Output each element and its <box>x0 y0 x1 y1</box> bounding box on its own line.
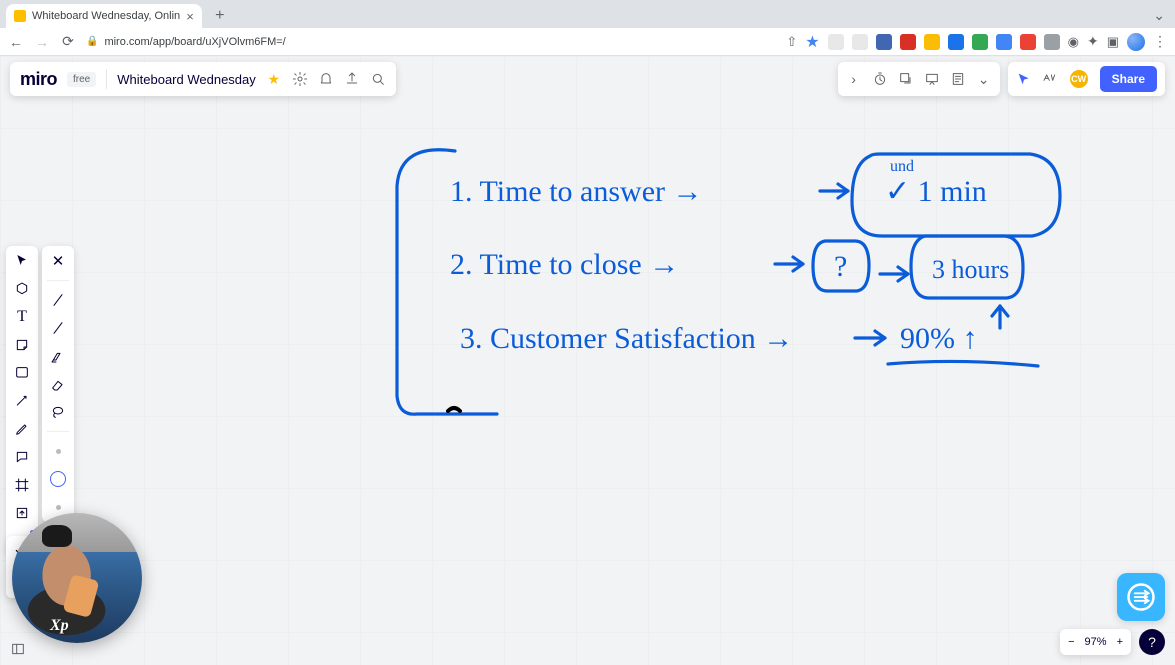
extension-icon[interactable] <box>924 34 940 50</box>
tab-strip: Whiteboard Wednesday, Onlin × + ⌄ <box>0 0 1175 28</box>
hw-line3: 3. Customer Satisfaction → <box>460 322 793 355</box>
browser-tab[interactable]: Whiteboard Wednesday, Onlin × <box>6 4 202 28</box>
canvas[interactable]: 1. Time to answer → und ✓ 1 min 2. Time … <box>0 56 1175 665</box>
browser-frame: Whiteboard Wednesday, Onlin × + ⌄ ← → ⟳ … <box>0 0 1175 56</box>
close-tab-icon[interactable]: × <box>186 9 194 24</box>
camera-icon[interactable]: ◉ <box>1068 34 1079 50</box>
bookmark-star-icon[interactable]: ★ <box>805 32 819 52</box>
hw-line1: 1. Time to answer → <box>450 175 703 208</box>
hw-line2-q: ? <box>834 250 847 283</box>
extension-icon[interactable] <box>852 34 868 50</box>
url-box[interactable]: 🔒 miro.com/app/board/uXjVOlvm6FM=/ <box>86 36 286 48</box>
reload-button[interactable]: ⟳ <box>60 33 76 50</box>
back-button[interactable]: ← <box>8 34 24 50</box>
miro-app: miro free Whiteboard Wednesday ★ › <box>0 56 1175 665</box>
extension-icon[interactable] <box>1020 34 1036 50</box>
hw-line1-badge: ✓ 1 min <box>885 175 987 208</box>
address-bar: ← → ⟳ 🔒 miro.com/app/board/uXjVOlvm6FM=/… <box>0 28 1175 56</box>
window-chevron-icon[interactable]: ⌄ <box>1153 7 1165 24</box>
extension-icon[interactable] <box>996 34 1012 50</box>
extension-icon[interactable] <box>900 34 916 50</box>
pen-stroke <box>448 408 460 411</box>
new-tab-button[interactable]: + <box>210 6 230 26</box>
hw-line3-value: 90% ↑ <box>900 322 978 355</box>
tab-title: Whiteboard Wednesday, Onlin <box>32 10 180 22</box>
hw-line1-badge-top: und <box>890 158 914 175</box>
extension-icon[interactable] <box>948 34 964 50</box>
url-text: miro.com/app/board/uXjVOlvm6FM=/ <box>104 36 285 48</box>
handwriting-text: 1. Time to answer → und ✓ 1 min 2. Time … <box>450 158 1009 355</box>
extension-icon[interactable] <box>972 34 988 50</box>
extension-icon[interactable] <box>876 34 892 50</box>
extension-icon[interactable] <box>1044 34 1060 50</box>
extensions-puzzle-icon[interactable]: ✦ <box>1087 33 1099 50</box>
share-page-icon[interactable]: ⇧ <box>786 34 797 50</box>
hw-line2-box2: 3 hours <box>932 255 1009 284</box>
chrome-menu-icon[interactable]: ⋮ <box>1153 33 1167 50</box>
sidepanel-icon[interactable]: ▣ <box>1107 34 1119 50</box>
lock-icon: 🔒 <box>86 36 98 47</box>
miro-favicon-icon <box>14 10 26 22</box>
hw-line2: 2. Time to close → <box>450 248 679 281</box>
profile-avatar-icon[interactable] <box>1127 33 1145 51</box>
forward-button[interactable]: → <box>34 34 50 50</box>
extension-row: ⇧ ★ ◉ ✦ ▣ ⋮ <box>786 32 1167 52</box>
extension-icon[interactable] <box>828 34 844 50</box>
